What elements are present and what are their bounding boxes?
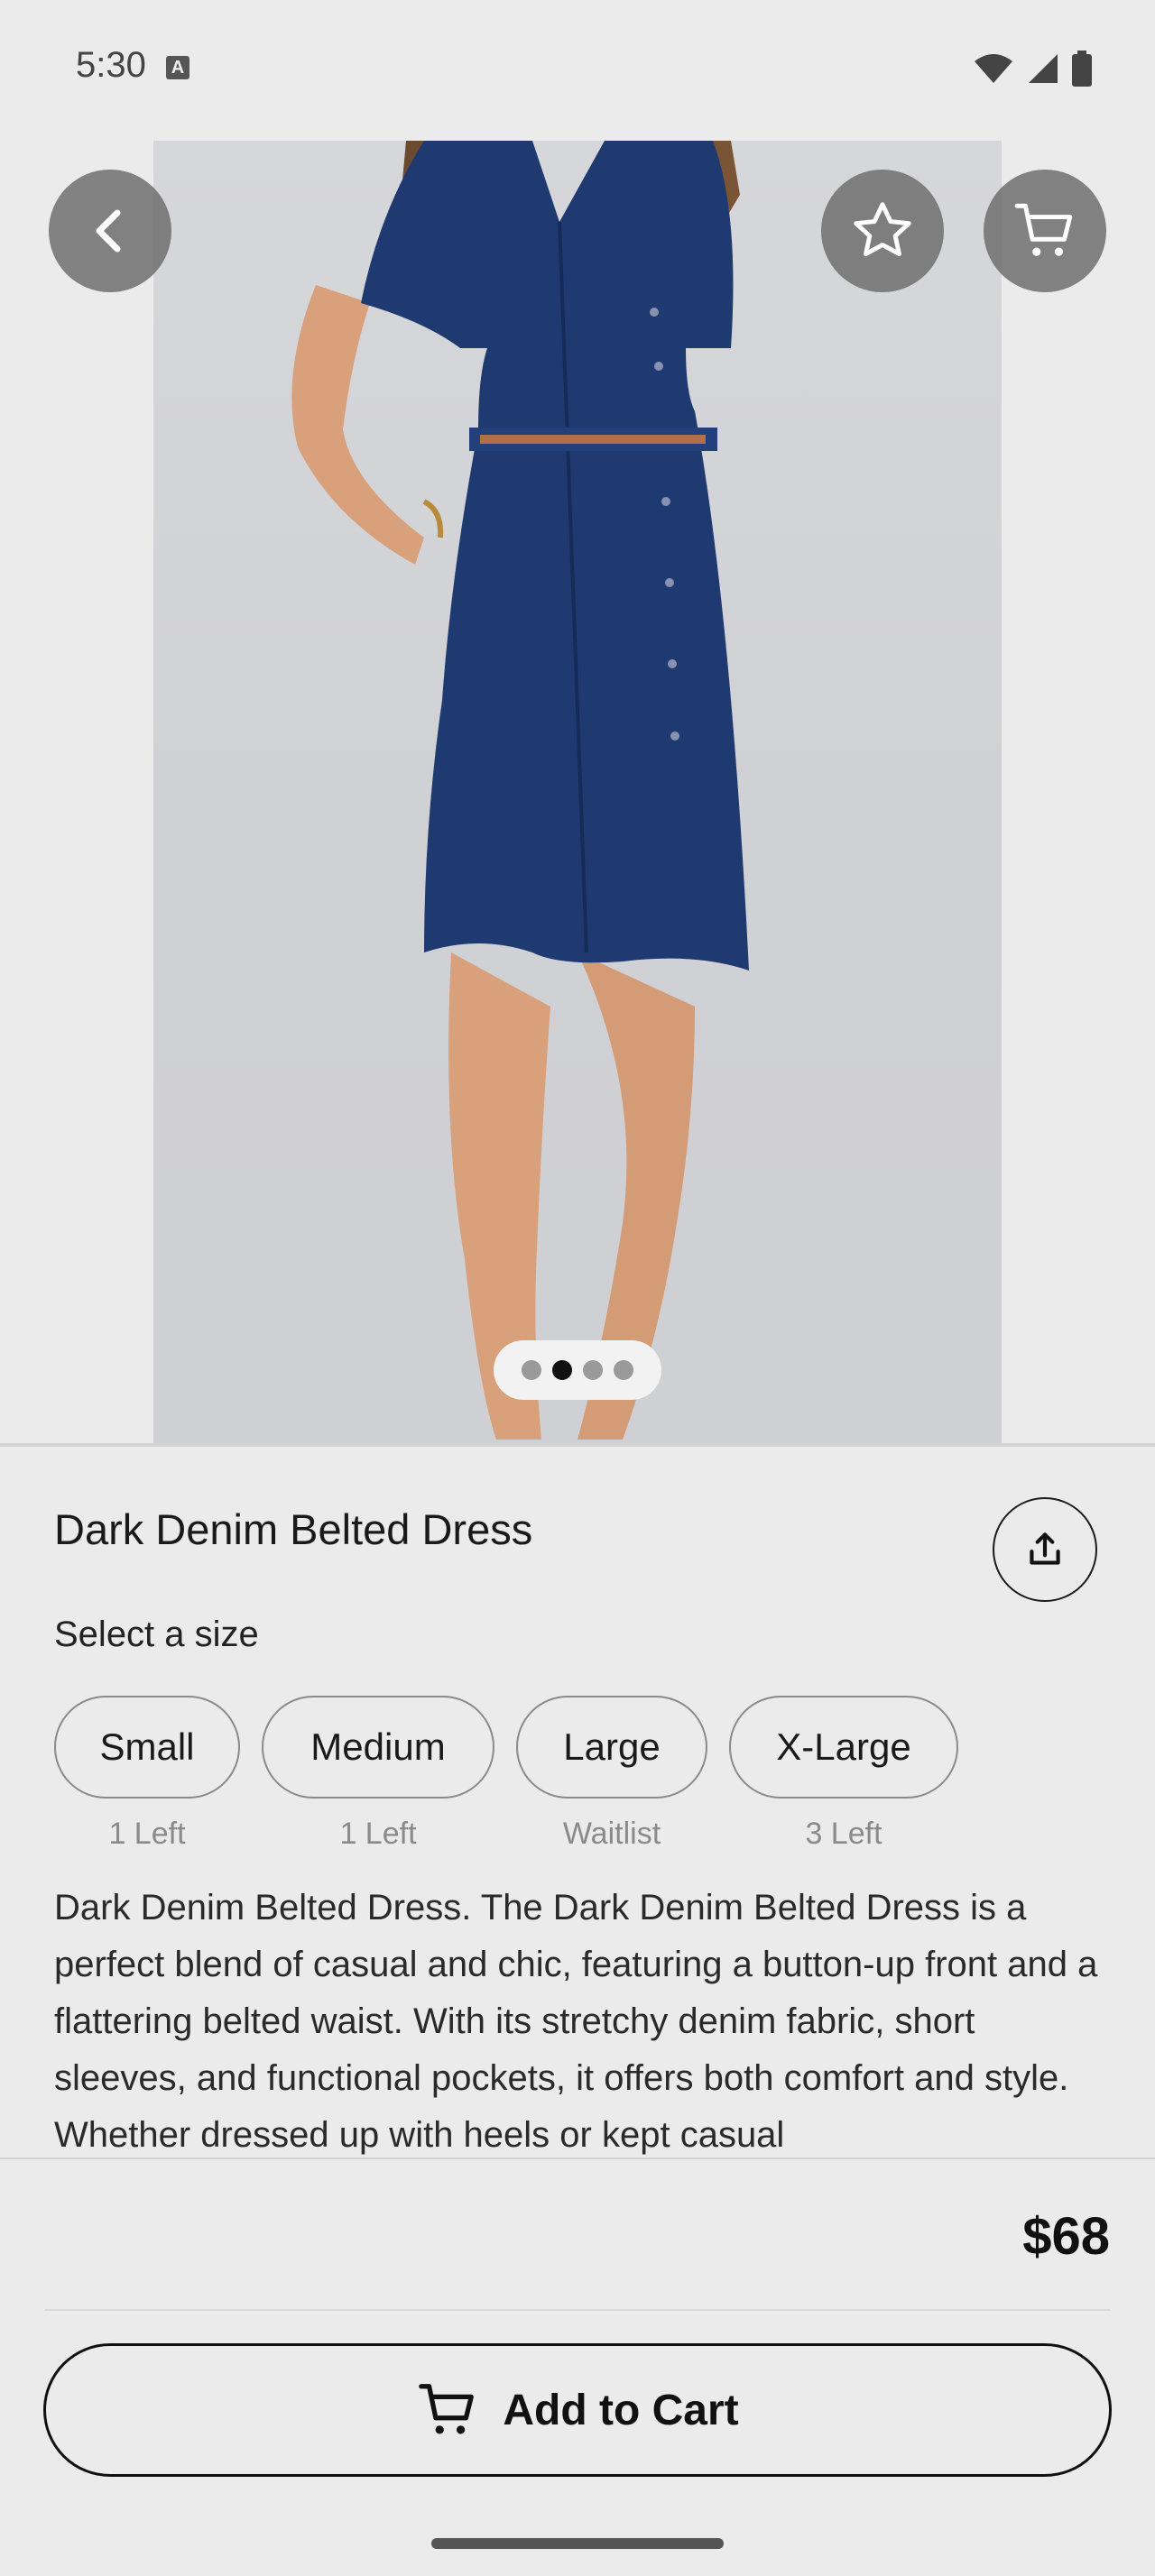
product-price: $68 <box>1022 2207 1110 2266</box>
pager-dot[interactable] <box>614 1360 633 1380</box>
size-stock-medium: 1 Left <box>339 1817 417 1851</box>
a-icon: A <box>166 56 189 79</box>
home-indicator[interactable] <box>431 2538 724 2549</box>
share-icon <box>1030 1532 1060 1565</box>
chevron-left-icon <box>96 209 121 253</box>
pager-dot[interactable] <box>583 1360 603 1380</box>
status-bar: 5:30 A <box>0 0 1155 135</box>
add-to-cart-label: Add to Cart <box>503 2386 739 2434</box>
wifi-icon <box>975 54 1012 83</box>
star-icon <box>854 202 911 257</box>
size-option-small[interactable]: Small <box>54 1696 240 1799</box>
carousel-pager[interactable] <box>494 1340 661 1400</box>
product-image-carousel[interactable] <box>0 135 1155 1445</box>
product-title: Dark Denim Belted Dress <box>54 1505 533 1553</box>
share-button[interactable] <box>993 1497 1097 1602</box>
size-option-medium[interactable]: Medium <box>262 1696 494 1799</box>
pager-dot-active[interactable] <box>552 1360 572 1380</box>
product-photo <box>153 141 1002 1445</box>
cart-button[interactable] <box>984 170 1106 292</box>
size-option-large[interactable]: Large <box>516 1696 707 1799</box>
cart-icon <box>1014 203 1073 256</box>
battery-icon <box>1072 51 1092 87</box>
product-description: Dark Denim Belted Dress. The Dark Denim … <box>54 1888 1098 2155</box>
pager-dot[interactable] <box>522 1360 541 1380</box>
divider <box>0 1443 1155 1447</box>
divider <box>0 2157 1155 2159</box>
signal-icon <box>1029 54 1058 83</box>
status-icons <box>973 51 1092 87</box>
divider <box>45 2309 1110 2311</box>
dress-illustration <box>291 141 749 1440</box>
size-stock-small: 1 Left <box>108 1817 186 1851</box>
cart-icon <box>419 2384 475 2434</box>
favorite-button[interactable] <box>821 170 944 292</box>
size-stock-x-large: 3 Left <box>805 1817 882 1851</box>
status-time: 5:30 <box>76 45 146 85</box>
add-to-cart-button[interactable]: Add to Cart <box>43 2343 1112 2477</box>
size-stock-large: Waitlist <box>562 1817 661 1851</box>
size-heading: Select a size <box>54 1615 259 1654</box>
back-button[interactable] <box>49 170 171 292</box>
size-option-x-large[interactable]: X-Large <box>729 1696 958 1799</box>
